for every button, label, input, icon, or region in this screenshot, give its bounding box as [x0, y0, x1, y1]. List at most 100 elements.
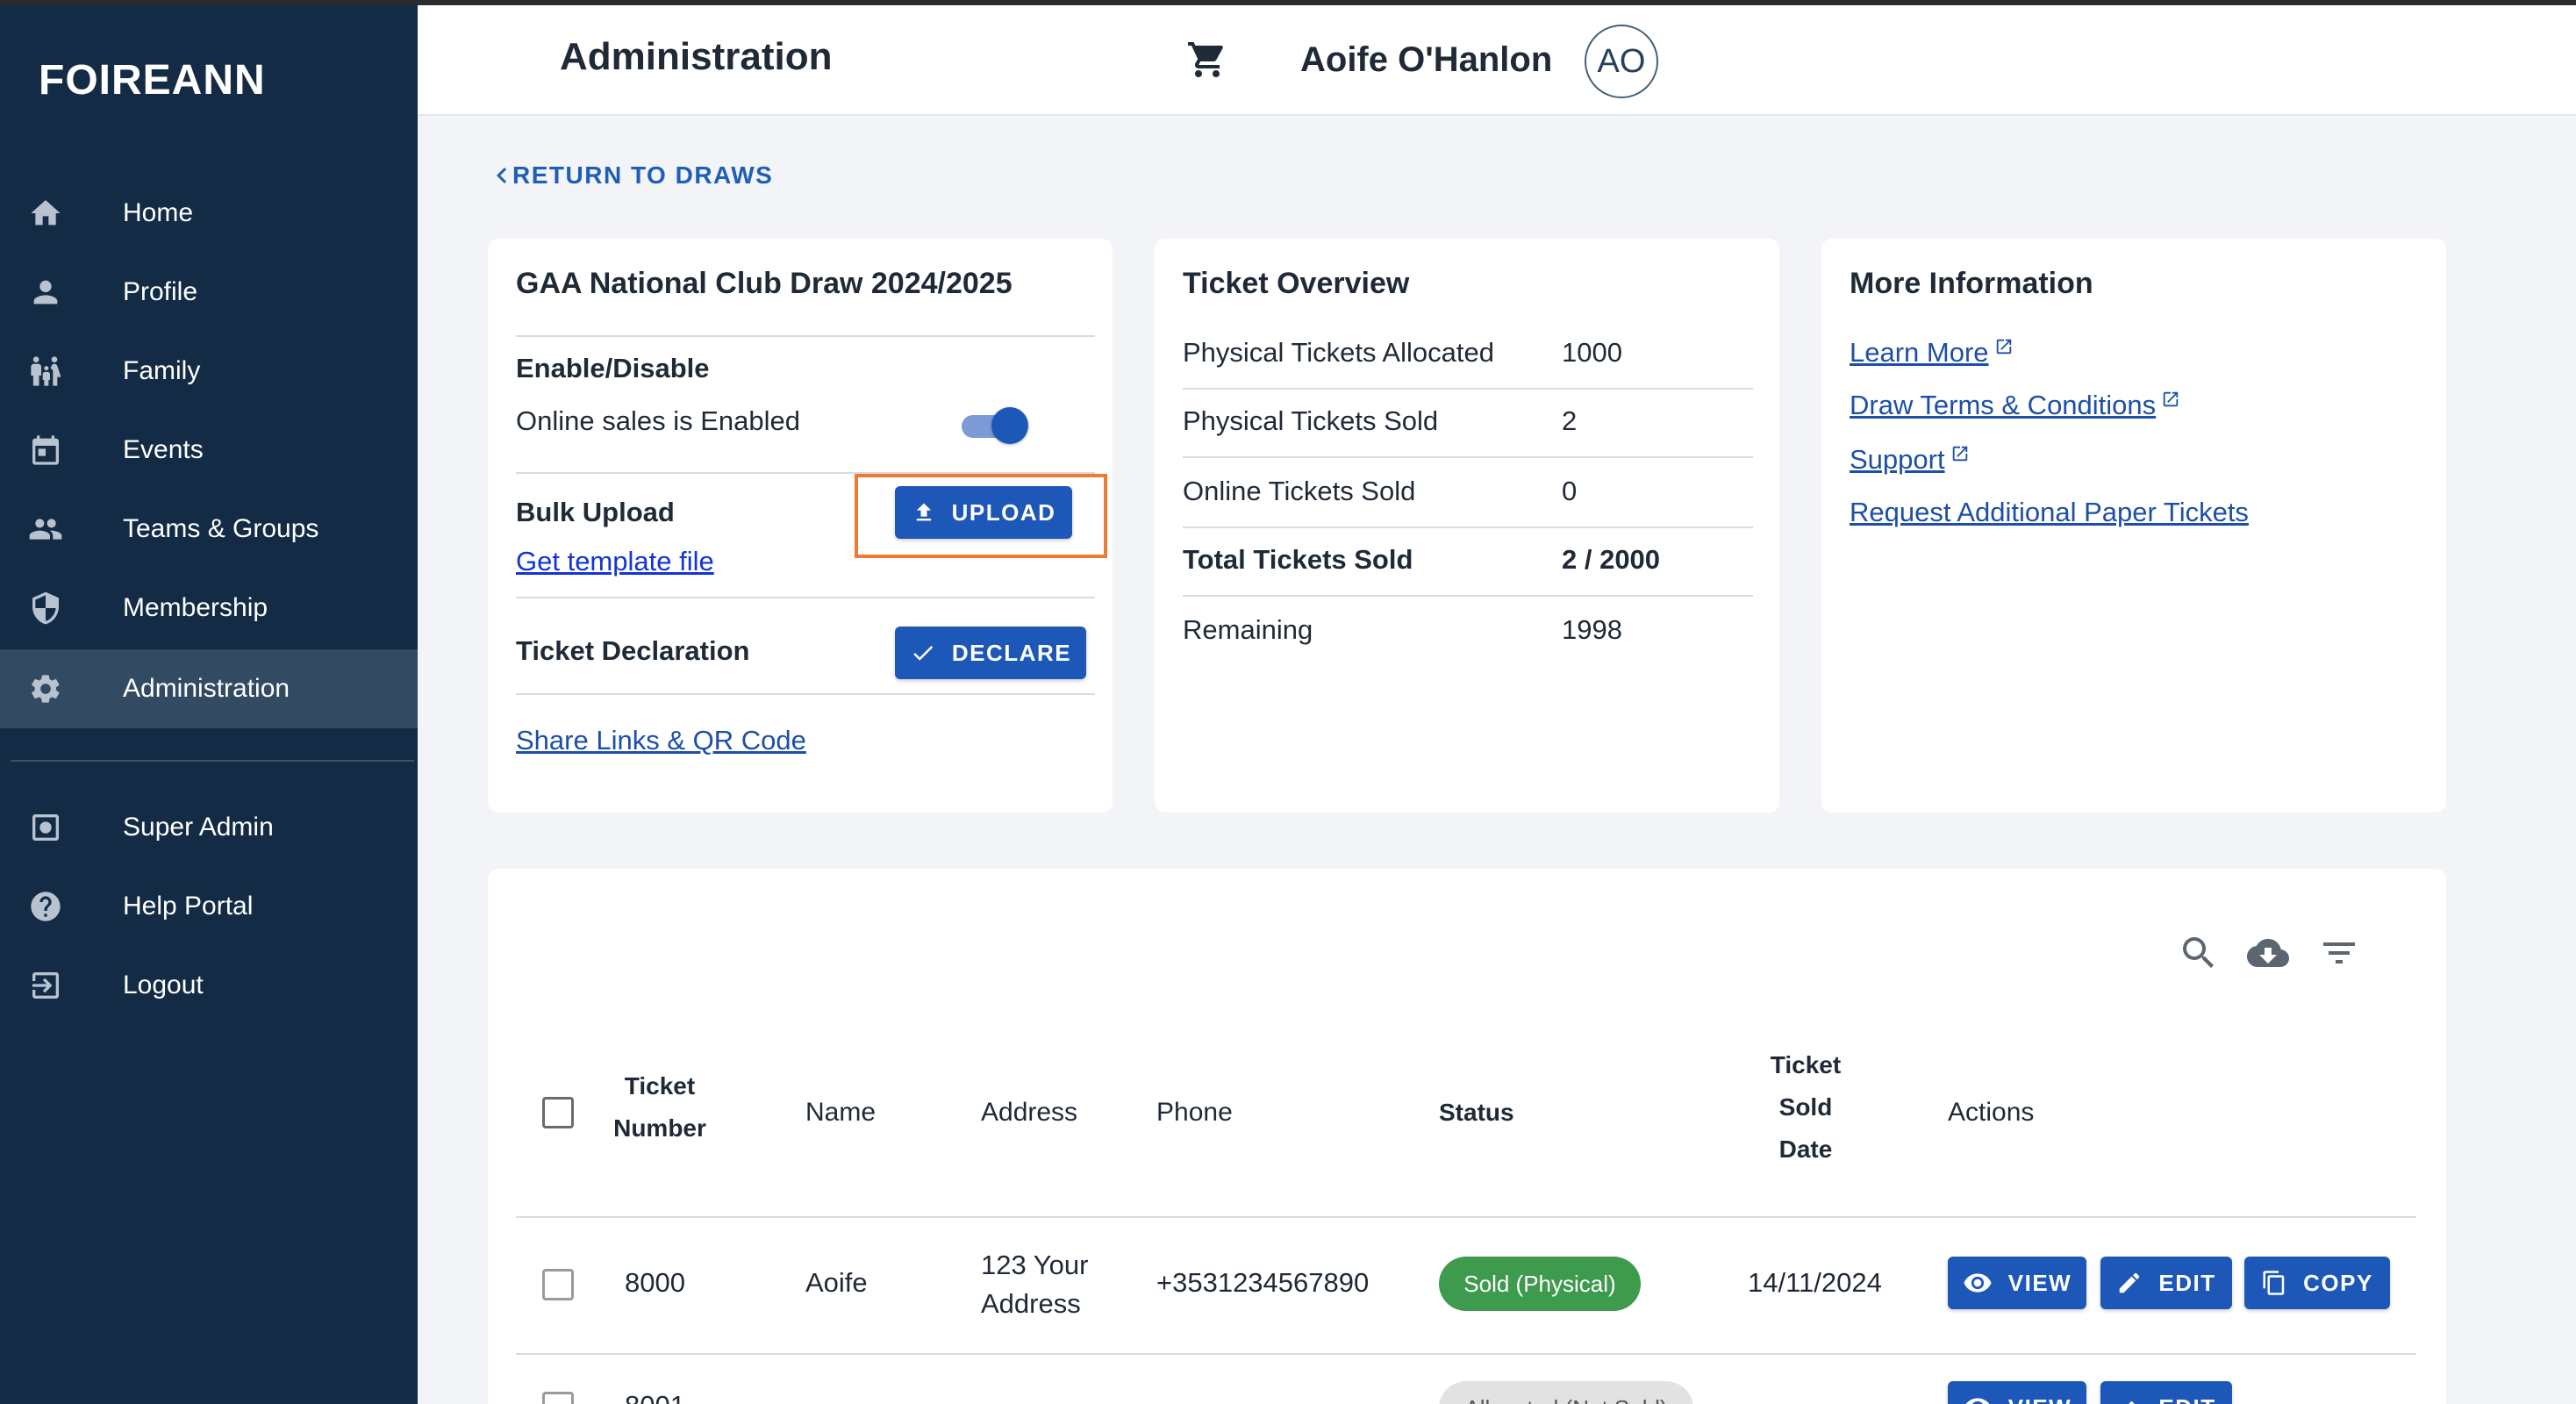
- address-cell: 123 Your Address: [981, 1250, 1089, 1319]
- learn-more-link[interactable]: Learn More: [1850, 337, 2014, 369]
- ticket-declaration-heading: Ticket Declaration: [516, 635, 750, 666]
- status-badge: Sold (Physical): [1439, 1257, 1641, 1311]
- sidebar-item-label: Teams & Groups: [123, 514, 319, 543]
- overview-label: Remaining: [1183, 614, 1313, 645]
- view-button[interactable]: VIEW: [1948, 1257, 2086, 1309]
- column-header-phone[interactable]: Phone: [1156, 1092, 1233, 1134]
- sidebar-item-administration[interactable]: Administration: [0, 649, 418, 728]
- share-links-qr-link[interactable]: Share Links & QR Code: [516, 725, 806, 756]
- copy-icon: [2263, 1271, 2285, 1295]
- pencil-icon: [2129, 1400, 2136, 1404]
- edit-button[interactable]: EDIT: [2100, 1257, 2232, 1309]
- user-name[interactable]: Aoife O'Hanlon: [1300, 40, 1552, 80]
- eye-icon: [1965, 1398, 1990, 1404]
- copy-button[interactable]: COPY: [2244, 1257, 2390, 1309]
- support-link[interactable]: Support: [1850, 444, 1970, 476]
- upload-highlight-box: [855, 474, 1107, 558]
- draw-terms-link[interactable]: Draw Terms & Conditions: [1850, 390, 2180, 421]
- divider: [516, 335, 1095, 337]
- sidebar-item-label: Membership: [123, 593, 268, 622]
- online-sales-toggle[interactable]: [962, 405, 1028, 444]
- row-checkbox[interactable]: [542, 1269, 574, 1300]
- divider: [1183, 456, 1753, 458]
- link-label: Draw Terms & Conditions: [1850, 390, 2157, 420]
- external-link-icon: [1952, 446, 1967, 462]
- app-header: Administration Aoife O'Hanlon AO: [418, 5, 2576, 116]
- search-icon[interactable]: [2178, 932, 2220, 974]
- link-label: Support: [1850, 444, 1945, 475]
- get-template-file-link[interactable]: Get template file: [516, 546, 714, 577]
- view-button-label: VIEW: [2007, 1269, 2072, 1296]
- sidebar-item-super-admin[interactable]: Super Admin: [0, 788, 418, 867]
- tickets-table-card: Ticket Number Name Address Phone Status …: [488, 869, 2446, 1404]
- more-information-title: More Information: [1850, 267, 2093, 300]
- bulk-upload-heading: Bulk Upload: [516, 497, 675, 527]
- super-admin-icon: [28, 810, 63, 845]
- sidebar-item-label: Super Admin: [123, 813, 274, 842]
- overview-value: 2: [1562, 405, 1578, 436]
- help-icon: [28, 889, 63, 924]
- column-header-name[interactable]: Name: [805, 1092, 876, 1134]
- gear-icon: [28, 671, 63, 706]
- sidebar-item-label: Help Portal: [123, 892, 254, 920]
- edit-button[interactable]: EDIT: [2100, 1381, 2232, 1404]
- overview-label: Physical Tickets Sold: [1183, 405, 1439, 436]
- shield-icon: [28, 591, 63, 626]
- edit-button-label: EDIT: [2158, 1394, 2215, 1404]
- ticket-overview-title: Ticket Overview: [1183, 267, 1410, 300]
- declare-button[interactable]: DECLARE: [895, 627, 1086, 679]
- sidebar-item-label: Administration: [123, 674, 290, 703]
- calendar-icon: [28, 433, 63, 468]
- sidebar-item-label: Family: [123, 356, 201, 385]
- cart-icon[interactable]: [1186, 39, 1228, 81]
- sidebar-item-logout[interactable]: Logout: [0, 946, 418, 1025]
- ticket-number-cell: 8000: [625, 1267, 685, 1298]
- more-information-card: More Information Learn More Draw Terms &…: [1821, 239, 2446, 813]
- overview-label-total: Total Tickets Sold: [1183, 544, 1413, 575]
- column-header-sold-date[interactable]: Ticket Sold Date: [1762, 1044, 1850, 1171]
- brand-logo[interactable]: FOIREANN: [39, 56, 266, 104]
- person-icon: [28, 275, 63, 310]
- copy-button-label: COPY: [2303, 1269, 2373, 1296]
- column-header-address[interactable]: Address: [981, 1092, 1077, 1134]
- row-checkbox[interactable]: [542, 1392, 574, 1404]
- select-all-checkbox[interactable]: [542, 1097, 574, 1128]
- page-title: Administration: [560, 35, 833, 78]
- name-cell: Aoife: [805, 1267, 868, 1298]
- filter-icon[interactable]: [2318, 932, 2360, 974]
- avatar[interactable]: AO: [1585, 25, 1658, 98]
- sidebar-item-label: Logout: [123, 971, 204, 999]
- divider: [1183, 526, 1753, 528]
- groups-icon: [28, 512, 63, 547]
- status-badge: Allocated (Not Sold): [1439, 1381, 1693, 1404]
- top-border: [0, 0, 2576, 5]
- sidebar-item-label: Profile: [123, 277, 198, 306]
- edit-button-label: EDIT: [2158, 1269, 2216, 1296]
- sidebar-item-events[interactable]: Events: [0, 411, 418, 490]
- view-button-label: VIEW: [2008, 1394, 2072, 1404]
- sidebar-item-teams-groups[interactable]: Teams & Groups: [0, 490, 418, 569]
- row-divider: [516, 1353, 2416, 1355]
- family-icon: [28, 354, 63, 389]
- logout-icon: [28, 968, 63, 1003]
- cloud-download-icon[interactable]: [2246, 932, 2289, 974]
- overview-value-total: 2 / 2000: [1562, 544, 1661, 575]
- ticket-number-cell: 8001: [625, 1390, 685, 1404]
- return-to-draws-link[interactable]: RETURN TO DRAWS: [486, 156, 772, 195]
- sidebar-item-profile[interactable]: Profile: [0, 253, 418, 332]
- request-paper-tickets-link[interactable]: Request Additional Paper Tickets: [1850, 497, 2249, 528]
- overview-value: 1998: [1562, 614, 1622, 645]
- link-label: Learn More: [1850, 337, 1989, 368]
- overview-value: 1000: [1562, 337, 1622, 368]
- sidebar-item-membership[interactable]: Membership: [0, 569, 418, 648]
- divider: [516, 597, 1095, 598]
- sold-date-cell: 14/11/2024: [1748, 1267, 1882, 1298]
- return-link-label: RETURN TO DRAWS: [512, 161, 774, 189]
- sidebar-divider: [11, 760, 414, 762]
- column-header-ticket-number[interactable]: Ticket Number: [607, 1065, 712, 1150]
- sidebar-item-home[interactable]: Home: [0, 174, 418, 253]
- column-header-status[interactable]: Status: [1439, 1092, 1514, 1134]
- sidebar-item-help-portal[interactable]: Help Portal: [0, 867, 418, 946]
- sidebar-item-family[interactable]: Family: [0, 332, 418, 411]
- view-button[interactable]: VIEW: [1948, 1381, 2086, 1404]
